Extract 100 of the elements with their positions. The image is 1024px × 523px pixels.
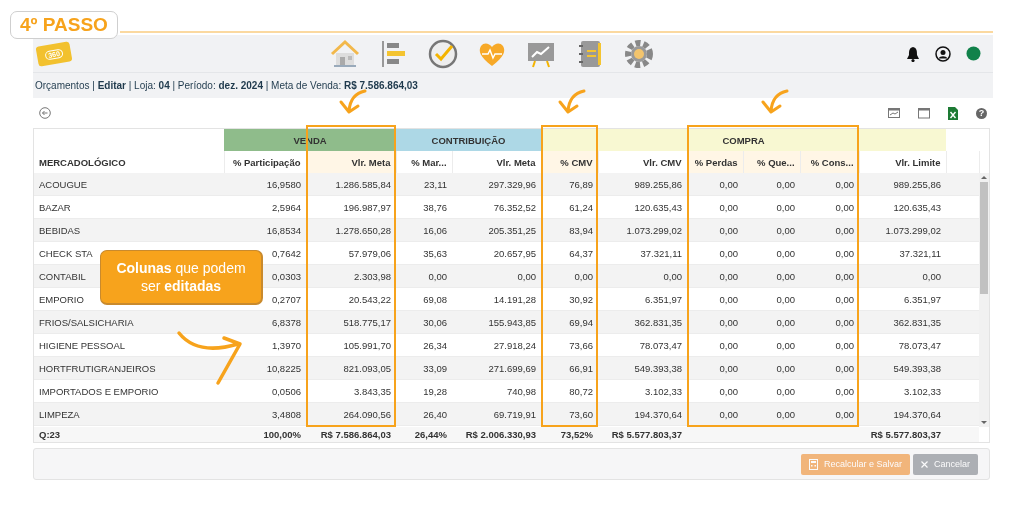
table-cell: 0,00	[687, 379, 743, 403]
table-cell: 0,00	[800, 379, 859, 403]
table-cell: 26,34	[396, 333, 452, 357]
table-cell: 0,00	[598, 264, 687, 288]
table-cell: 0,00	[743, 241, 800, 265]
column-header[interactable]: % Mar...	[396, 151, 452, 173]
help-button[interactable]: ?	[976, 107, 987, 119]
total-cell: 26,44%	[396, 427, 452, 442]
table-cell: 0,00	[743, 310, 800, 334]
table-cell: 33,09	[396, 356, 452, 380]
spreadsheet-icon[interactable]	[948, 106, 958, 120]
table-cell: 989.255,86	[859, 173, 946, 196]
table-cell: 3.102,33	[859, 379, 946, 403]
breadcrumb: Orçamentos | Editar | Loja: 04 | Período: dez. 2024 | Meta de Venda: R$ 7.586.864,03	[35, 80, 418, 91]
table-cell: 194.370,64	[598, 402, 687, 426]
table-cell: 73,60	[541, 402, 598, 426]
table-cell: 196.987,97	[306, 195, 396, 219]
calendar-icon[interactable]	[918, 107, 930, 119]
bell-icon[interactable]	[906, 45, 920, 62]
close-icon	[920, 460, 928, 468]
curved-arrow-icon	[337, 89, 367, 115]
table-cell: 0,00	[800, 173, 859, 196]
status-dot-icon[interactable]	[966, 46, 981, 61]
table-cell: 0,00	[743, 218, 800, 242]
column-header[interactable]: Vlr. Limite	[859, 151, 947, 173]
table-cell: 3.102,33	[598, 379, 687, 403]
row-label: IMPORTADOS E EMPORIO	[34, 379, 224, 403]
gear-icon[interactable]	[623, 37, 655, 70]
table-cell: 83,94	[541, 218, 598, 242]
table-cell: 0,00	[800, 356, 859, 380]
table-cell: 0,00	[743, 287, 800, 311]
table-cell: 0,00	[452, 264, 541, 288]
table-cell: 16,9580	[224, 173, 306, 196]
table-cell: 61,24	[541, 195, 598, 219]
table-cell: 0,00	[800, 218, 859, 242]
table-cell: 0,00	[743, 333, 800, 357]
table-cell: 0,00	[687, 356, 743, 380]
check-clock-icon[interactable]	[427, 37, 459, 70]
table-cell: 0,00	[743, 195, 800, 219]
home-icon[interactable]	[329, 37, 361, 70]
table-cell: 362.831,35	[859, 310, 946, 334]
table-cell: 0,00	[687, 173, 743, 196]
column-header[interactable]: % Perdas	[687, 151, 744, 173]
table-cell: 6.351,97	[859, 287, 946, 311]
table-cell: 10,8225	[224, 356, 306, 380]
curved-arrow-icon	[759, 89, 790, 115]
table-cell: 0,00	[743, 173, 800, 196]
total-cell: R$ 2.006.330,93	[452, 427, 541, 442]
table-cell: 0,00	[800, 264, 859, 288]
column-header[interactable]: % Cons...	[800, 151, 860, 173]
total-cell: R$ 5.577.803,37	[598, 427, 687, 442]
table-cell: 20.543,22	[306, 287, 396, 311]
column-header[interactable]: Vlr. Meta	[452, 151, 542, 173]
table-cell: 0,00	[800, 310, 859, 334]
table-cell: 0,00	[743, 264, 800, 288]
table-cell: 6,8378	[224, 310, 306, 334]
table-cell: 69,94	[541, 310, 598, 334]
total-cell: 100,00%	[224, 427, 306, 442]
row-label: BEBIDAS	[34, 218, 224, 242]
table-cell: 271.699,69	[452, 356, 541, 380]
table-cell: 19,28	[396, 379, 452, 403]
table-cell: 297.329,96	[452, 173, 541, 196]
table-cell: 0,00	[687, 402, 743, 426]
table-cell: 76,89	[541, 173, 598, 196]
total-cell: Q:23	[34, 427, 224, 442]
table-cell: 155.943,85	[452, 310, 541, 334]
row-label: FRIOS/SALSICHARIA	[34, 310, 224, 334]
table-cell: 2.303,98	[306, 264, 396, 288]
table-cell: 0,00	[687, 287, 743, 311]
group-header: CONTRIBUIÇÃO	[396, 129, 542, 151]
column-header[interactable]: % Participação	[224, 151, 306, 173]
table-cell: 76.352,52	[452, 195, 541, 219]
chart-window-icon[interactable]	[888, 107, 900, 119]
table-cell: 6.351,97	[598, 287, 687, 311]
table-cell: 362.831,35	[598, 310, 687, 334]
row-label: ACOUGUE	[34, 173, 224, 196]
table-cell: 80,72	[541, 379, 598, 403]
table-cell: 14.191,28	[452, 287, 541, 311]
table-cell: 30,06	[396, 310, 452, 334]
table-cell: 66,91	[541, 356, 598, 380]
table-cell: 16,06	[396, 218, 452, 242]
table-cell: 1.278.650,28	[306, 218, 396, 242]
table-cell: 0,00	[800, 402, 859, 426]
table-cell: 989.255,86	[598, 173, 687, 196]
back-icon[interactable]	[39, 107, 51, 119]
column-header[interactable]: Vlr. CMV	[598, 151, 688, 173]
row-label: LIMPEZA	[34, 402, 224, 426]
step-badge: 4º PASSO	[10, 11, 118, 39]
user-icon[interactable]	[935, 45, 951, 62]
table-cell: 0,00	[396, 264, 452, 288]
column-header[interactable]: Vlr. Meta	[306, 151, 396, 173]
table-cell: 38,76	[396, 195, 452, 219]
table-cell: 0,00	[800, 287, 859, 311]
scrollbar[interactable]	[979, 173, 989, 427]
column-header[interactable]: % CMV	[541, 151, 599, 173]
table-cell: 205.351,25	[452, 218, 541, 242]
column-header[interactable]: % Que...	[743, 151, 801, 173]
table-cell: 1.286.585,84	[306, 173, 396, 196]
table-cell: 69,08	[396, 287, 452, 311]
table-cell: 57.979,06	[306, 241, 396, 265]
